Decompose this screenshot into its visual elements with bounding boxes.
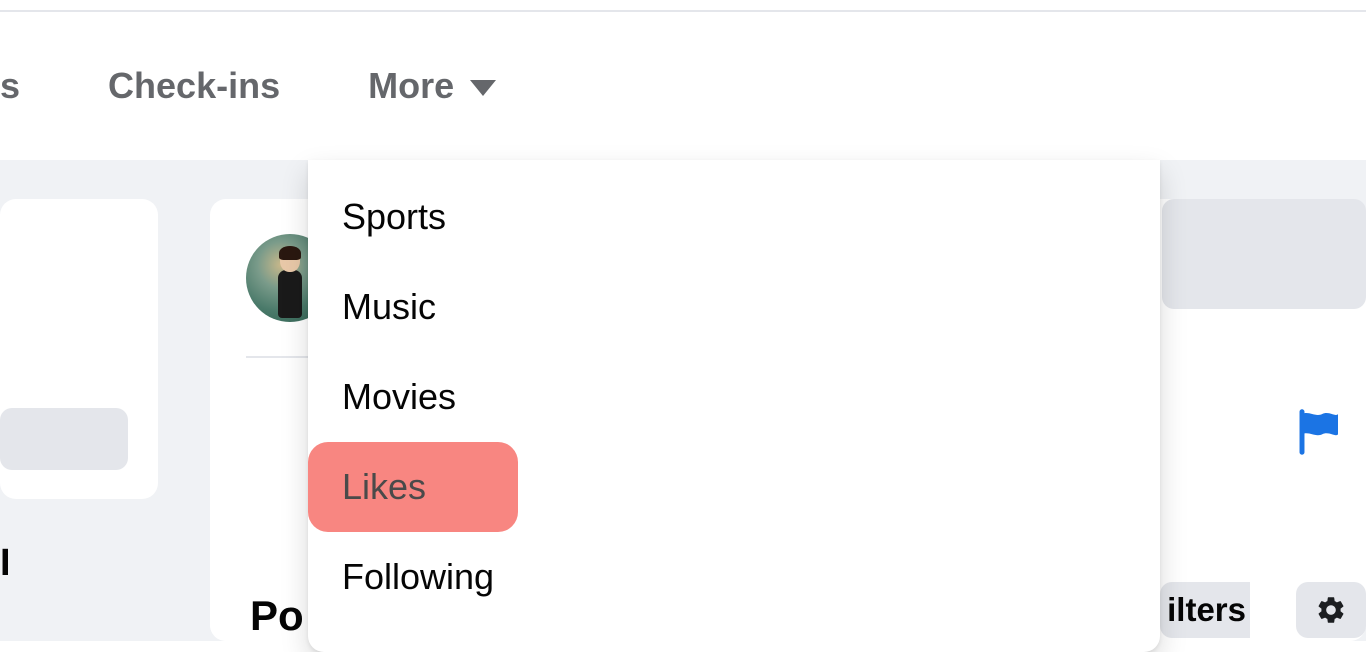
nav-item-checkins[interactable]: Check-ins: [64, 65, 324, 107]
nav-item-partial-left[interactable]: s: [0, 65, 64, 107]
filters-button[interactable]: ilters: [1160, 582, 1250, 638]
settings-button[interactable]: [1296, 582, 1366, 638]
card-divider: [246, 356, 314, 358]
menu-item-likes[interactable]: Likes: [308, 442, 518, 532]
menu-item-movies[interactable]: Movies: [308, 352, 1160, 442]
right-gray-placeholder: [1162, 199, 1366, 309]
menu-item-sports[interactable]: Sports: [308, 172, 1160, 262]
left-bottom-text-partial: I: [0, 542, 11, 585]
left-gray-placeholder: [0, 408, 128, 470]
flag-icon[interactable]: [1290, 402, 1350, 462]
caret-down-icon: [470, 80, 496, 96]
filters-label-partial: ilters: [1167, 591, 1246, 629]
avatar-figure: [275, 248, 305, 318]
profile-nav-bar: s Check-ins More: [0, 12, 1366, 160]
nav-more-label: More: [368, 65, 454, 107]
gear-icon: [1315, 594, 1347, 626]
menu-item-music[interactable]: Music: [308, 262, 1160, 352]
nav-item-more[interactable]: More: [324, 65, 540, 107]
posts-heading-partial: Po: [250, 592, 304, 640]
more-dropdown-menu: Sports Music Movies Likes Following: [308, 160, 1160, 652]
menu-item-following[interactable]: Following: [308, 532, 1160, 622]
